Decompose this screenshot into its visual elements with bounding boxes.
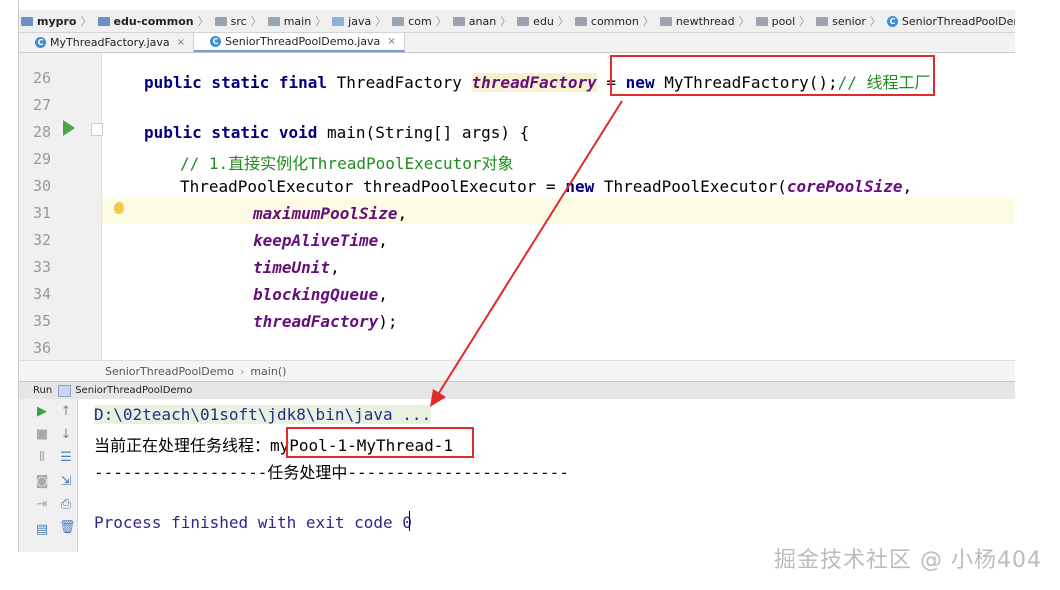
line-number: 35 bbox=[33, 312, 52, 330]
navigation-bar: mypro 〉 edu-common 〉 src 〉 main 〉 java 〉 com 〉… bbox=[19, 10, 1015, 33]
print-icon[interactable]: ⎙ bbox=[59, 498, 73, 512]
watermark: 掘金技术社区 @ 小杨404 bbox=[774, 548, 1042, 573]
soft-wrap-icon[interactable]: ☰ bbox=[59, 451, 73, 465]
down-arrow-icon[interactable]: ↓ bbox=[59, 428, 73, 442]
package-icon bbox=[659, 16, 672, 26]
module-icon bbox=[97, 16, 110, 26]
layout-icon[interactable]: ▤ bbox=[35, 523, 49, 537]
editor-tabs: C MyThreadFactory.java × C SeniorThreadPool… bbox=[19, 33, 1015, 53]
run-tool-label[interactable]: Run bbox=[33, 385, 52, 396]
chevron-right-icon: 〉 bbox=[557, 15, 569, 28]
trash-icon[interactable]: 🗑 bbox=[59, 521, 76, 535]
java-class-icon: C bbox=[35, 37, 46, 48]
breadcrumb-item[interactable]: edu-common bbox=[96, 15, 194, 28]
breadcrumb-item[interactable]: com bbox=[390, 15, 432, 28]
chevron-right-icon: 〉 bbox=[435, 15, 447, 28]
breadcrumb-item[interactable]: common bbox=[573, 15, 639, 28]
chevron-right-icon: 〉 bbox=[315, 15, 327, 28]
code-line: timeUnit, bbox=[253, 258, 340, 277]
rerun-icon[interactable]: ▶ bbox=[35, 405, 49, 419]
console-output[interactable]: D:\02teach\01soft\jdk8\bin\java ... 当前正在… bbox=[78, 399, 1015, 552]
chevron-right-icon: 〉 bbox=[869, 15, 881, 28]
breadcrumb-item[interactable]: src bbox=[213, 15, 247, 28]
fold-icon[interactable] bbox=[91, 123, 103, 136]
code-line: threadFactory); bbox=[253, 312, 398, 331]
breadcrumb-item[interactable]: java bbox=[330, 15, 371, 28]
current-line-highlight bbox=[102, 197, 1015, 224]
line-number: 30 bbox=[33, 177, 52, 195]
chevron-right-icon: 〉 bbox=[738, 15, 750, 28]
package-icon bbox=[755, 16, 768, 26]
code-line: maximumPoolSize, bbox=[253, 204, 408, 223]
text-cursor bbox=[409, 511, 410, 531]
breadcrumb-item[interactable]: anan bbox=[451, 15, 496, 28]
chevron-right-icon: 〉 bbox=[375, 15, 387, 28]
highlight-box-thread-name bbox=[286, 427, 474, 458]
breadcrumb-item[interactable]: edu bbox=[515, 15, 554, 28]
run-panel-header: Run SeniorThreadPoolDemo bbox=[19, 381, 1015, 400]
exit-icon[interactable]: ⇥ bbox=[35, 498, 49, 512]
line-number: 33 bbox=[33, 258, 52, 276]
chevron-right-icon: 〉 bbox=[80, 15, 92, 28]
pause-icon[interactable]: Ⅱ bbox=[35, 451, 49, 465]
package-icon bbox=[452, 16, 465, 26]
folder-icon bbox=[214, 16, 227, 26]
console-line: ------------------任务处理中-----------------… bbox=[94, 463, 569, 482]
chevron-right-icon: 〉 bbox=[250, 15, 262, 28]
up-arrow-icon[interactable]: ↑ bbox=[59, 405, 73, 419]
breadcrumb-method[interactable]: main() bbox=[250, 365, 286, 378]
code-line: // 1.直接实例化ThreadPoolExecutor对象 bbox=[180, 154, 514, 173]
stop-icon[interactable]: ■ bbox=[35, 428, 49, 442]
close-icon[interactable]: × bbox=[387, 36, 395, 47]
highlight-box-thread-factory bbox=[610, 55, 935, 96]
close-icon[interactable]: × bbox=[177, 37, 185, 48]
console-exit-line: Process finished with exit code 0 bbox=[94, 513, 412, 532]
java-class-icon: C bbox=[886, 15, 898, 27]
code-editor[interactable]: 26 27 28 29 30 31 32 33 34 35 36 public … bbox=[19, 53, 1015, 360]
package-icon bbox=[816, 16, 829, 26]
console-command-line: D:\02teach\01soft\jdk8\bin\java ... bbox=[94, 405, 432, 424]
breadcrumb-item[interactable]: senior bbox=[814, 15, 866, 28]
code-line: public static void main(String[] args) { bbox=[144, 123, 530, 142]
line-number: 31 bbox=[33, 204, 52, 222]
tab-mythreadfactory[interactable]: C MyThreadFactory.java × bbox=[19, 33, 195, 52]
chevron-right-icon: › bbox=[239, 364, 245, 378]
line-number: 28 bbox=[33, 123, 52, 141]
folder-icon bbox=[267, 16, 280, 26]
line-number: 26 bbox=[33, 69, 52, 87]
chevron-right-icon: 〉 bbox=[799, 15, 811, 28]
line-number: 34 bbox=[33, 285, 52, 303]
chevron-right-icon: 〉 bbox=[197, 15, 209, 28]
package-icon bbox=[574, 16, 587, 26]
editor-breadcrumb: SeniorThreadPoolDemo › main() bbox=[19, 360, 1015, 381]
breadcrumb-item[interactable]: main bbox=[266, 15, 311, 28]
module-icon bbox=[21, 16, 33, 26]
package-icon bbox=[517, 16, 530, 26]
lightbulb-icon[interactable] bbox=[114, 202, 124, 214]
breadcrumb-item[interactable]: newthread bbox=[658, 15, 735, 28]
code-line: blockingQueue, bbox=[253, 285, 388, 304]
java-class-icon: C bbox=[210, 36, 222, 47]
tab-seniorthreadpooldemo[interactable]: C SeniorThreadPoolDemo.java × bbox=[194, 33, 405, 52]
chevron-right-icon: 〉 bbox=[500, 15, 512, 28]
breadcrumb-item[interactable]: mypro bbox=[19, 15, 77, 28]
line-number: 36 bbox=[33, 339, 52, 357]
line-number: 29 bbox=[33, 150, 52, 168]
folder-icon bbox=[332, 16, 345, 26]
package-icon bbox=[392, 16, 405, 26]
code-line: keepAliveTime, bbox=[253, 231, 388, 250]
run-config-name[interactable]: SeniorThreadPoolDemo bbox=[75, 385, 192, 396]
breadcrumb-item[interactable]: pool bbox=[754, 15, 795, 28]
breadcrumb-class[interactable]: SeniorThreadPoolDemo bbox=[105, 365, 234, 378]
run-config-icon bbox=[58, 384, 72, 397]
line-number: 32 bbox=[33, 231, 52, 249]
line-number: 27 bbox=[33, 96, 52, 114]
camera-icon[interactable]: ◙ bbox=[35, 475, 49, 489]
code-line: ThreadPoolExecutor threadPoolExecutor = … bbox=[180, 177, 913, 196]
chevron-right-icon: 〉 bbox=[642, 15, 654, 28]
run-toolbar: ▶ ↑ ■ ↓ Ⅱ ☰ ◙ ⇲ ⇥ ⎙ ▤ 🗑 bbox=[19, 399, 78, 552]
scroll-to-end-icon[interactable]: ⇲ bbox=[59, 475, 73, 489]
breadcrumb-item-current[interactable]: CSeniorThreadPoolDemo.java bbox=[885, 15, 1015, 28]
